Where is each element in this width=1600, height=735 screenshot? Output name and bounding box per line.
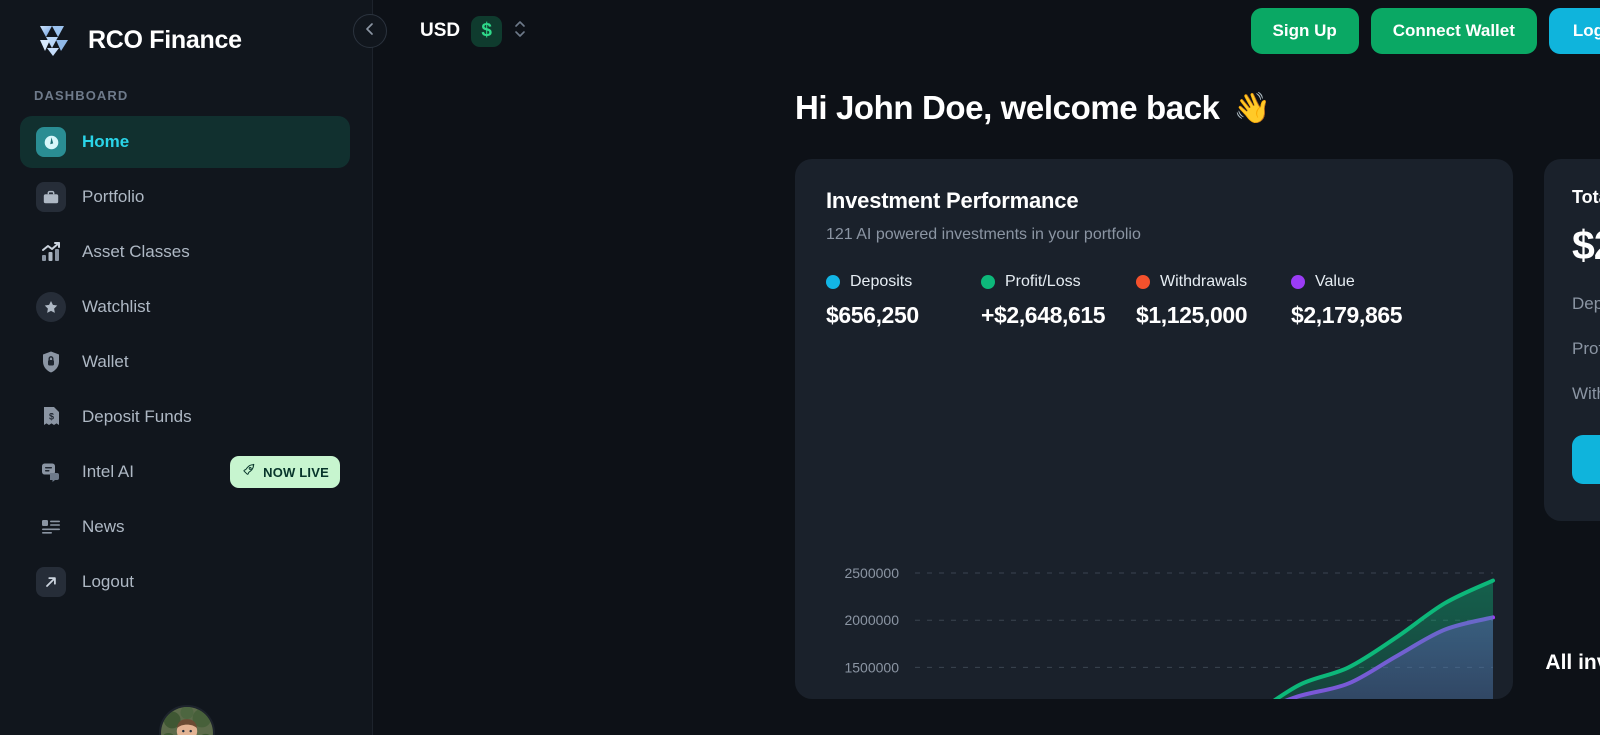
svg-text:$: $ [48, 412, 53, 422]
chevron-left-icon [363, 22, 377, 41]
sidebar-collapse-button[interactable] [353, 14, 387, 48]
legend-item-withdrawals[interactable]: Withdrawals $1,125,000 [1136, 273, 1291, 329]
legend-item-deposits[interactable]: Deposits $656,250 [826, 273, 981, 329]
badge-label: NOW LIVE [263, 465, 329, 480]
lock-shield-icon [36, 347, 66, 377]
sidebar-item-label: Home [82, 132, 129, 152]
sidebar-item-logout[interactable]: Logout [20, 556, 350, 608]
connect-wallet-button[interactable]: Connect Wallet [1371, 8, 1537, 54]
rco-logo-icon [34, 20, 74, 60]
bar-chart-trend-icon [36, 237, 66, 267]
rocket-icon [241, 463, 256, 481]
sidebar-item-home[interactable]: Home [20, 116, 350, 168]
currency-code: USD [420, 20, 460, 42]
sidebar-user-avatar[interactable] [159, 705, 215, 735]
action-buttons: Deposit Withdraw [1572, 435, 1600, 484]
legend-label: Value [1315, 273, 1355, 291]
sidebar-item-watchlist[interactable]: Watchlist [20, 281, 350, 333]
dashboard-root: RCO Finance DASHBOARD Home Portfolio Ass… [0, 0, 1600, 735]
sidebar-item-label: Portfolio [82, 187, 144, 207]
card-subtitle: 121 AI powered investments in your portf… [826, 226, 1513, 244]
currency-selector[interactable]: USD $ [373, 16, 527, 47]
right-column: Total Value $2,179,865 Deposits $656,250… [1544, 159, 1600, 699]
sidebar-item-label: Intel AI [82, 462, 134, 482]
greeting-text: Hi John Doe, welcome back [795, 89, 1220, 127]
stat-key: Deposits [1572, 294, 1600, 314]
legend-item-profit-loss[interactable]: Profit/Loss +$2,648,615 [981, 273, 1136, 329]
sidebar-item-label: Asset Classes [82, 242, 190, 262]
svg-text:1500000: 1500000 [844, 659, 899, 675]
chart-legend: Deposits $656,250 Profit/Loss +$2,648,61… [826, 273, 1513, 329]
deposit-button[interactable]: Deposit [1572, 435, 1600, 484]
page-title: Hi John Doe, welcome back 👋 [373, 62, 1600, 127]
investment-performance-card: Investment Performance 121 AI powered in… [795, 159, 1513, 699]
ai-powered-note: All investments are powered by AI [1544, 583, 1600, 677]
stat-row-withdrawals: Withdrawals $1,125,000 [1572, 384, 1600, 404]
legend-value: $2,179,865 [1291, 302, 1446, 329]
card-title: Investment Performance [826, 188, 1513, 214]
legend-label: Deposits [850, 273, 912, 291]
sidebar-section-label: DASHBOARD [0, 62, 372, 113]
total-value-card: Total Value $2,179,865 Deposits $656,250… [1544, 159, 1600, 521]
legend-color-dot [1291, 275, 1305, 289]
legend-value: +$2,648,615 [981, 302, 1136, 329]
total-value-label: Total Value [1572, 187, 1600, 208]
legend-item-value[interactable]: Value $2,179,865 [1291, 273, 1446, 329]
sidebar-item-wallet[interactable]: Wallet [20, 336, 350, 388]
sidebar-item-label: Wallet [82, 352, 129, 372]
sidebar: RCO Finance DASHBOARD Home Portfolio Ass… [0, 0, 373, 735]
legend-label: Profit/Loss [1005, 273, 1081, 291]
star-icon [36, 292, 66, 322]
topbar: USD $ Sign Up Connect Wallet Log In ⌘K [373, 0, 1600, 62]
chevron-up-down-icon[interactable] [513, 18, 527, 45]
sidebar-item-label: News [82, 517, 125, 537]
status-badge-now-live: NOW LIVE [230, 456, 340, 488]
gauge-icon [36, 127, 66, 157]
sidebar-item-deposit-funds[interactable]: $ Deposit Funds [20, 391, 350, 443]
legend-value: $656,250 [826, 302, 981, 329]
sidebar-item-label: Watchlist [82, 297, 150, 317]
waving-hand-icon: 👋 [1234, 91, 1271, 126]
currency-symbol-badge: $ [471, 16, 502, 47]
stat-row-deposits: Deposits $656,250 [1572, 294, 1600, 314]
svg-text:2000000: 2000000 [844, 612, 899, 628]
sidebar-item-portfolio[interactable]: Portfolio [20, 171, 350, 223]
total-value-amount: $2,179,865 [1572, 222, 1600, 269]
svg-text:2500000: 2500000 [844, 565, 899, 581]
content-area: Investment Performance 121 AI powered in… [373, 127, 1600, 699]
stat-row-profit: Profit $2,648,615 [1572, 339, 1600, 359]
sidebar-item-asset-classes[interactable]: Asset Classes [20, 226, 350, 278]
stat-key: Profit [1572, 339, 1600, 359]
performance-chart[interactable]: 05000001000000150000020000002500000Jan '… [795, 555, 1513, 699]
arrow-out-icon [36, 567, 66, 597]
legend-label: Withdrawals [1160, 273, 1247, 291]
log-in-button[interactable]: Log In [1549, 8, 1600, 54]
trending-up-icon [1544, 583, 1600, 615]
legend-color-dot [1136, 275, 1150, 289]
legend-color-dot [826, 275, 840, 289]
sign-up-button[interactable]: Sign Up [1251, 8, 1359, 54]
sidebar-item-intel-ai[interactable]: Intel AI NOW LIVE [20, 446, 350, 498]
briefcase-icon [36, 182, 66, 212]
brand[interactable]: RCO Finance [0, 0, 372, 62]
sidebar-item-news[interactable]: News [20, 501, 350, 553]
legend-value: $1,125,000 [1136, 302, 1291, 329]
main-content: USD $ Sign Up Connect Wallet Log In ⌘K [373, 0, 1600, 735]
sidebar-item-label: Logout [82, 572, 134, 592]
legend-color-dot [981, 275, 995, 289]
brand-name: RCO Finance [88, 26, 242, 55]
receipt-dollar-icon: $ [36, 402, 66, 432]
ai-note-text: All investments are powered by AI [1544, 649, 1600, 677]
stat-key: Withdrawals [1572, 384, 1600, 404]
sidebar-item-label: Deposit Funds [82, 407, 192, 427]
chat-icon [36, 457, 66, 487]
news-icon [36, 512, 66, 542]
